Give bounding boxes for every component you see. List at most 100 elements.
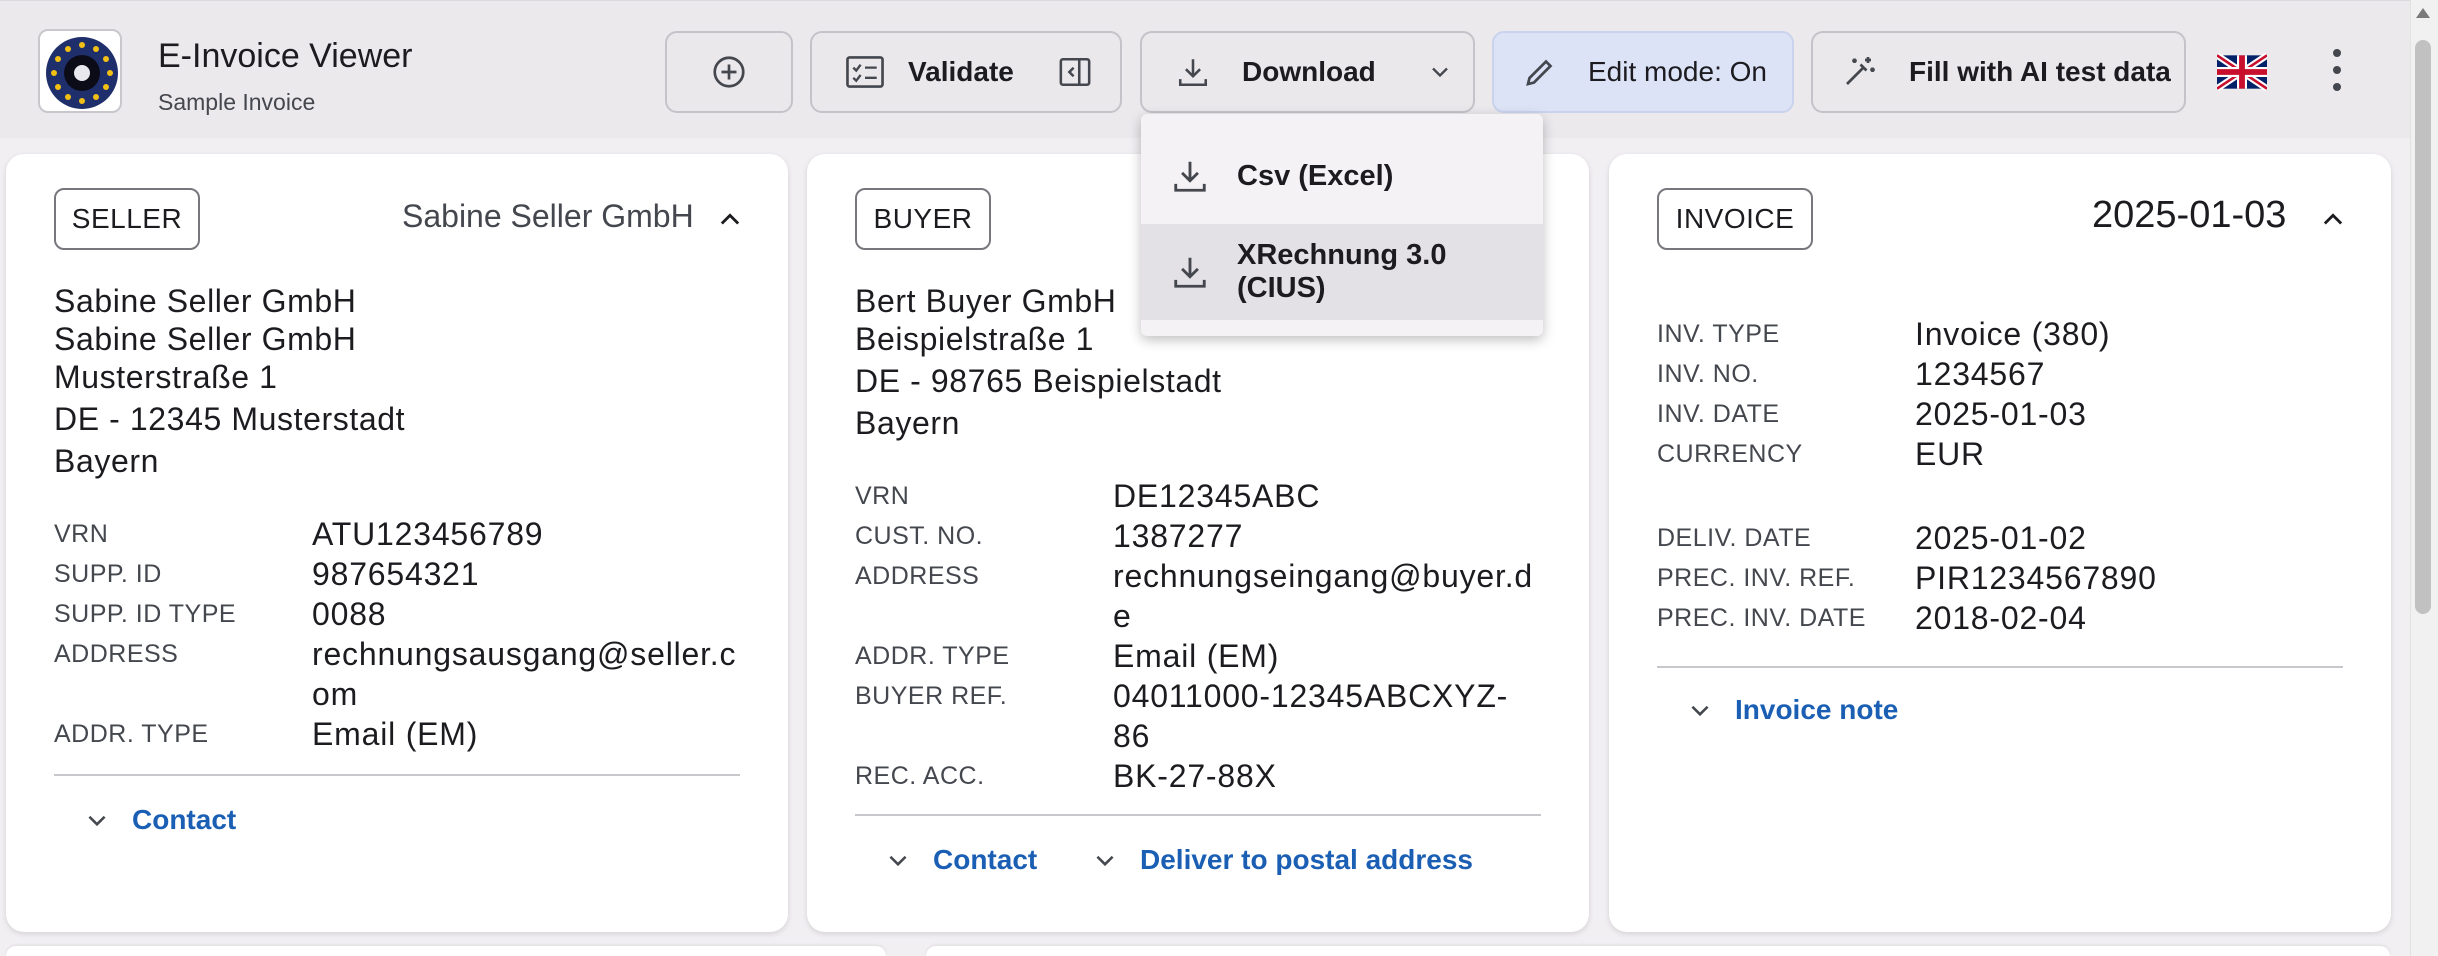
magic-wand-icon <box>1846 57 1875 85</box>
divider <box>855 814 1541 816</box>
buyer-contact-label: Contact <box>933 844 1038 875</box>
seller-chip: SELLER <box>54 188 200 250</box>
buyer-contact-expander[interactable]: Contact <box>885 844 1037 876</box>
seller-fields: VRN ATU123456789 SUPP. ID 987654321 SUPP. … <box>54 514 772 754</box>
deliver-to-postal-label: Deliver to postal address <box>1140 844 1474 875</box>
pencil-icon <box>1526 59 1553 86</box>
field-value: 2018-02-04 <box>1915 600 2087 636</box>
field-key: BUYER REF. <box>855 682 1008 710</box>
field-value: Email (EM) <box>1113 638 1280 674</box>
field-value: rechnungseingang@buyer.de <box>1113 558 1533 634</box>
download-icon <box>1178 59 1208 87</box>
validate-checklist-icon <box>846 56 884 88</box>
edit-mode-label: Edit mode: On <box>1588 56 1767 87</box>
chevron-down-icon <box>88 815 106 827</box>
field-key: REC. ACC. <box>855 762 985 790</box>
field-key: INV. TYPE <box>1657 320 1780 348</box>
download-icon <box>1174 257 1206 288</box>
side-panel-icon[interactable] <box>1058 55 1092 89</box>
download-csv-item[interactable]: Csv (Excel) <box>1141 128 1543 224</box>
field-value: 987654321 <box>312 556 480 592</box>
seller-contact-label: Contact <box>132 804 237 835</box>
seller-contact-expander[interactable]: Contact <box>84 804 236 836</box>
download-label: Download <box>1242 56 1376 87</box>
invoice-card: INVOICE 2025-01-03 INV. TYPE Invoice (380… <box>1609 154 2391 932</box>
divider <box>54 774 740 776</box>
chevron-down-icon <box>1431 67 1448 78</box>
scrollbar-thumb[interactable] <box>2415 40 2431 614</box>
collapse-chevron-up-icon[interactable] <box>2319 206 2347 234</box>
field-key: CURRENCY <box>1657 440 1803 468</box>
field-key: VRN <box>54 520 109 548</box>
download-button[interactable]: Download <box>1140 31 1475 113</box>
field-value: DE12345ABC <box>1113 478 1321 514</box>
add-circle-icon <box>713 56 745 88</box>
invoice-note-expander[interactable]: Invoice note <box>1687 694 1898 726</box>
field-value: 0088 <box>312 596 387 632</box>
field-key: ADDRESS <box>855 562 980 590</box>
seller-address-line: Musterstraße 1 <box>54 359 278 395</box>
field-key: ADDR. TYPE <box>855 642 1010 670</box>
buyer-chip: BUYER <box>855 188 991 250</box>
deliver-to-postal-expander[interactable]: Deliver to postal address <box>1092 844 1473 876</box>
edit-mode-toggle[interactable]: Edit mode: On <box>1492 31 1794 113</box>
field-value: Invoice (380) <box>1915 316 2111 352</box>
download-xrechnung-item[interactable]: XRechnung 3.0 (CIUS) <box>1141 224 1543 320</box>
language-flag-uk-icon[interactable] <box>2215 52 2269 92</box>
fill-ai-button[interactable]: Fill with AI test data <box>1811 31 2186 113</box>
next-card-edge <box>926 946 2390 956</box>
buyer-address-line: Bayern <box>855 405 960 441</box>
download-csv-label: Csv (Excel) <box>1237 159 1394 192</box>
seller-address-line: Sabine Seller GmbH <box>54 283 357 319</box>
download-xrechnung-label: XRechnung 3.0 (CIUS) <box>1236 239 1447 304</box>
buyer-address-line: DE - 98765 Beispielstadt <box>855 363 1222 399</box>
field-value: 2025-01-02 <box>1915 520 2087 556</box>
field-key: SUPP. ID TYPE <box>54 600 237 628</box>
field-value: Email (EM) <box>312 716 479 752</box>
add-button[interactable] <box>665 31 793 113</box>
field-value: PIR1234567890 <box>1915 560 2157 596</box>
field-value: EUR <box>1915 436 1985 472</box>
scroll-up-arrow-icon[interactable] <box>2416 8 2430 18</box>
field-value: BK-27-88X <box>1113 758 1277 794</box>
chevron-down-icon <box>1096 855 1114 867</box>
seller-address: Sabine Seller GmbH Sabine Seller GmbH Mu… <box>54 282 405 480</box>
field-key: INV. NO. <box>1657 360 1759 388</box>
invoice-fields-main: INV. TYPE Invoice (380) INV. NO. 1234567 I… <box>1657 314 2375 474</box>
next-card-edge <box>6 946 886 956</box>
invoice-fields-delivery: DELIV. DATE 2025-01-02 PREC. INV. REF. PIR… <box>1657 518 2375 638</box>
field-key: ADDR. TYPE <box>54 720 209 748</box>
divider <box>1657 666 2343 668</box>
invoice-chip: INVOICE <box>1657 188 1813 250</box>
field-key: VRN <box>855 482 910 510</box>
seller-address-line: Bayern <box>54 443 159 479</box>
validate-button[interactable]: Validate <box>810 31 1122 113</box>
seller-address-line: DE - 12345 Musterstadt <box>54 401 406 437</box>
field-value: 04011000-12345ABCXYZ-86 <box>1113 678 1509 754</box>
field-key: DELIV. DATE <box>1657 524 1812 552</box>
seller-card: SELLER Sabine Seller GmbH Sabine Seller … <box>6 154 788 932</box>
fill-ai-label: Fill with AI test data <box>1909 56 2171 87</box>
field-value: 1387277 <box>1113 518 1244 554</box>
field-key: PREC. INV. REF. <box>1657 564 1856 592</box>
buyer-fields: VRN DE12345ABC CUST. NO. 1387277 ADDRESS re… <box>855 476 1573 796</box>
field-key: INV. DATE <box>1657 400 1780 428</box>
app-subtitle: Sample Invoice <box>158 89 316 115</box>
app-logo <box>38 29 122 113</box>
chevron-down-icon <box>889 855 907 867</box>
more-options-icon[interactable] <box>2322 45 2352 95</box>
field-value: ATU123456789 <box>312 516 544 552</box>
invoice-note-label: Invoice note <box>1735 694 1899 725</box>
seller-header-name: Sabine Seller GmbH <box>402 198 694 234</box>
field-value: 2025-01-03 <box>1915 396 2087 432</box>
download-menu: Csv (Excel) XRechnung 3.0 (CIUS) <box>1141 114 1543 336</box>
validate-label: Validate <box>908 56 1014 87</box>
invoice-header-date: 2025-01-03 <box>2092 194 2287 236</box>
chevron-down-icon <box>1691 705 1709 717</box>
download-icon <box>1174 161 1206 192</box>
field-key: CUST. NO. <box>855 522 984 550</box>
app-title: E-Invoice Viewer <box>158 37 413 75</box>
field-value: rechnungsausgang@seller.com <box>312 636 737 712</box>
collapse-chevron-up-icon[interactable] <box>716 206 744 234</box>
field-key: ADDRESS <box>54 640 179 668</box>
